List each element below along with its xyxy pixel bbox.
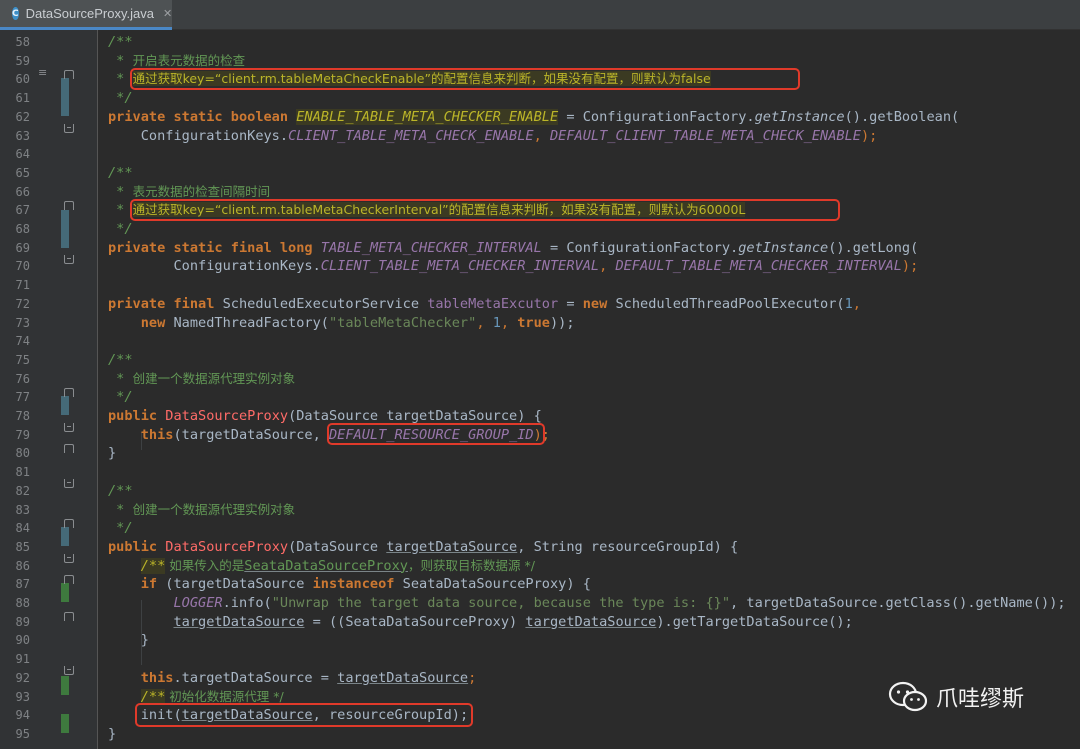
code-line: * 创建一个数据源代理实例对象 (108, 370, 296, 387)
line-number: 92 (15, 670, 30, 685)
line-number: 82 (15, 483, 30, 498)
line-number: 81 (15, 465, 30, 480)
fold-icon[interactable] (64, 201, 74, 210)
line-number: 63 (15, 128, 30, 143)
code-line: */ (108, 520, 133, 537)
fold-icon[interactable] (64, 479, 74, 488)
vcs-added-marker[interactable] (61, 583, 69, 602)
line-number: 60 (15, 72, 30, 87)
highlight-box (135, 703, 473, 727)
line-number: 75 (15, 352, 30, 367)
code-line: private final ScheduledExecutorService t… (108, 295, 861, 312)
line-number: 78 (15, 409, 30, 423)
code-line: ConfigurationKeys.CLIENT_TABLE_META_CHEC… (108, 127, 878, 144)
vcs-added-marker[interactable] (61, 714, 69, 733)
code-line: public DataSourceProxy(DataSource target… (108, 538, 739, 555)
line-number: 86 (15, 558, 30, 573)
fold-icon[interactable] (64, 388, 74, 397)
line-number: 83 (15, 502, 30, 517)
watermark: 爪哇缪斯 (888, 681, 1024, 713)
fold-icon[interactable] (64, 444, 74, 453)
line-number: 72 (15, 296, 30, 311)
line-number: 59 (15, 53, 30, 68)
highlight-box (130, 199, 840, 221)
line-number: 69 (15, 240, 30, 255)
code-line: targetDataSource = ((SeataDataSourceProx… (173, 613, 853, 630)
vcs-modified-marker[interactable] (61, 78, 69, 116)
vcs-modified-marker[interactable] (61, 210, 69, 248)
line-number: 87 (15, 577, 30, 592)
fold-icon[interactable] (64, 124, 74, 133)
line-number: 66 (15, 184, 30, 199)
line-number: 65 (15, 165, 30, 180)
structure-icon[interactable]: ≡ (38, 66, 47, 79)
tab-datasourceproxy[interactable]: C DataSourceProxy.java ✕ (0, 0, 172, 30)
code-line: this.targetDataSource = targetDataSource… (108, 669, 477, 686)
editor-gutter: ≡ 58 59 60 61 62 63 64 65 66 67 68 69 70… (0, 30, 98, 749)
line-number: 70 (15, 259, 30, 274)
code-line: if (targetDataSource instanceof SeataDat… (108, 576, 591, 593)
line-number: 77 (15, 390, 30, 405)
editor-tab-bar: C DataSourceProxy.java ✕ (0, 0, 1080, 30)
fold-icon[interactable] (64, 554, 74, 563)
line-number: 74 (15, 334, 30, 349)
tab-title: DataSourceProxy.java (25, 6, 154, 21)
line-number: 93 (15, 689, 30, 704)
line-number: 67 (15, 203, 30, 218)
fold-icon[interactable] (64, 423, 74, 432)
line-number: 84 (15, 521, 30, 536)
code-line: } (108, 445, 117, 462)
line-number: 80 (15, 446, 30, 461)
code-line: */ (108, 90, 133, 107)
fold-icon[interactable] (64, 519, 74, 528)
line-number: 88 (15, 596, 30, 610)
line-number: 61 (15, 91, 30, 106)
code-line: LOGGER.info("Unwrap the target data sour… (173, 595, 1066, 611)
code-line: */ (108, 389, 133, 406)
line-number: 79 (15, 427, 30, 442)
highlight-box (130, 68, 800, 90)
code-line: } (108, 725, 117, 742)
code-line: * 创建一个数据源代理实例对象 (108, 501, 296, 518)
code-line: /** (108, 351, 133, 368)
line-number: 71 (15, 278, 30, 293)
highlight-box (327, 423, 545, 445)
line-number: 94 (15, 708, 30, 723)
close-icon[interactable]: ✕ (163, 7, 172, 20)
code-editor[interactable]: /** * 开启表元数据的检查 * 通过获取key=“client.rm.tab… (98, 30, 1080, 749)
code-line: /** 如果传入的是SeataDataSourceProxy，则获取目标数据源 … (140, 557, 535, 574)
vcs-added-marker[interactable] (61, 676, 69, 695)
code-line: private static boolean ENABLE_TABLE_META… (108, 108, 960, 125)
vcs-modified-marker[interactable] (61, 396, 69, 415)
line-number: 95 (15, 726, 30, 741)
java-class-icon: C (12, 7, 19, 20)
line-number: 91 (15, 652, 30, 667)
fold-icon[interactable] (64, 255, 74, 264)
line-number: 73 (15, 315, 30, 330)
code-line: new NamedThreadFactory("tableMetaChecker… (108, 314, 575, 331)
line-number: 64 (15, 147, 30, 162)
code-line: private static final long TABLE_META_CHE… (108, 239, 919, 256)
line-number: 62 (15, 109, 30, 124)
fold-icon[interactable] (64, 612, 74, 621)
fold-icon[interactable] (64, 666, 74, 675)
line-number: 89 (15, 614, 30, 629)
wechat-icon (888, 681, 930, 713)
code-line: */ (108, 221, 133, 237)
watermark-text: 爪哇缪斯 (936, 687, 1025, 712)
line-number: 76 (15, 371, 30, 386)
line-number: 68 (15, 222, 30, 236)
line-number: 90 (15, 633, 30, 648)
vcs-modified-marker[interactable] (61, 527, 69, 546)
line-number: 58 (15, 35, 30, 49)
code-line: /** (108, 34, 133, 50)
line-number: 85 (15, 539, 30, 554)
code-line: /** (108, 164, 133, 181)
code-line: ConfigurationKeys.CLIENT_TABLE_META_CHEC… (108, 258, 919, 275)
code-line: /** (108, 482, 133, 499)
code-line: } (108, 632, 149, 649)
fold-icon[interactable] (64, 70, 74, 79)
fold-icon[interactable] (64, 575, 74, 584)
